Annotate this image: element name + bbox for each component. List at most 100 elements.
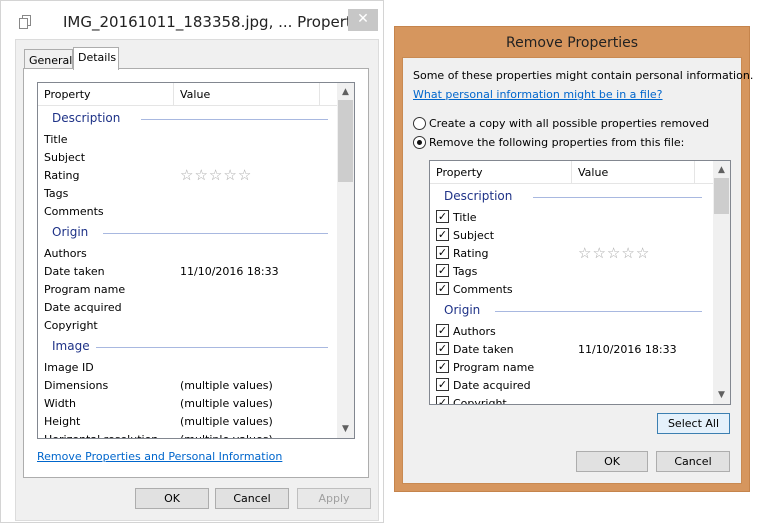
ok-button[interactable]: OK [576,451,648,472]
remove-properties-dialog: Remove Properties Some of these properti… [394,26,753,492]
scrollbar-thumb[interactable] [338,100,353,182]
property-name: Program name [44,283,126,296]
tab-general[interactable]: General [24,49,73,70]
group-label: Description [52,111,121,125]
group-label: Origin [444,303,481,317]
star-icon[interactable]: ☆ [607,244,621,262]
tab-details[interactable]: Details [73,47,119,70]
personal-info-help-link[interactable]: What personal information might be in a … [413,88,663,101]
checkbox[interactable]: ✓ [436,342,449,355]
remove-properties-link[interactable]: Remove Properties and Personal Informati… [37,450,282,463]
property-name: Horizontal resolution [44,433,158,438]
intro-text: Some of these properties might contain p… [413,69,754,82]
checkbox[interactable]: ✓ [436,228,449,241]
star-icon[interactable]: ☆ [180,166,194,184]
property-name: Dimensions [44,379,109,392]
rating-stars[interactable]: ☆☆☆☆☆ [180,166,252,184]
checkbox[interactable]: ✓ [436,324,449,337]
property-name: Title [453,211,477,224]
property-name: Subject [453,229,495,242]
list-item: Title [38,131,337,149]
property-name: Date acquired [44,301,122,314]
property-name: Authors [44,247,87,260]
list-item: Height (multiple values) [38,413,337,431]
removable-property-list: Property Value Description ✓ Title ✓ Subject… [429,160,731,405]
property-value: (multiple values) [180,415,273,428]
list-item[interactable]: ✓ Rating ☆☆☆☆☆ [430,245,713,263]
vertical-scrollbar[interactable]: ▲ ▼ [713,161,730,404]
scroll-down-icon[interactable]: ▼ [713,390,730,400]
property-name: Copyright [453,397,507,405]
scrollbar-thumb[interactable] [714,178,729,214]
group-label: Image [52,339,90,353]
property-name: Height [44,415,81,428]
property-name: Date taken [453,343,514,356]
apply-button[interactable]: Apply [297,488,371,509]
star-icon[interactable]: ☆ [578,244,592,262]
checkbox[interactable]: ✓ [436,396,449,404]
radio-remove-selected[interactable] [413,136,426,149]
list-item[interactable]: ✓ Tags [430,263,713,281]
checkbox[interactable]: ✓ [436,360,449,373]
star-icon[interactable]: ☆ [194,166,208,184]
checkbox[interactable]: ✓ [436,210,449,223]
checkbox[interactable]: ✓ [436,282,449,295]
list-item: Date taken 11/10/2016 18:33 [38,263,337,281]
close-button[interactable]: ✕ [348,9,378,31]
rating-stars[interactable]: ☆☆☆☆☆ [578,244,650,262]
scroll-up-icon[interactable]: ▲ [337,87,354,97]
star-icon[interactable]: ☆ [238,166,252,184]
ok-button[interactable]: OK [135,488,209,509]
cancel-button[interactable]: Cancel [215,488,289,509]
option-label: Create a copy with all possible properti… [429,117,710,130]
option-remove-selected[interactable]: Remove the following properties from thi… [413,136,713,150]
property-name: Comments [453,283,513,296]
list-item[interactable]: ✓ Title [430,209,713,227]
scroll-up-icon[interactable]: ▲ [713,165,730,175]
property-name: Subject [44,151,86,164]
group-header: Origin [38,225,337,241]
list-item[interactable]: ✓ Comments [430,281,713,299]
group-label: Description [444,189,513,203]
list-item: Horizontal resolution (multiple values) [38,431,337,438]
dialog-body: Some of these properties might contain p… [402,57,753,484]
list-item: Width (multiple values) [38,395,337,413]
checkbox[interactable]: ✓ [436,246,449,259]
scroll-down-icon[interactable]: ▼ [337,424,354,434]
star-icon[interactable]: ☆ [223,166,237,184]
property-name: Title [44,133,68,146]
property-name: Tags [453,265,478,278]
list-item[interactable]: ✓ Copyright [430,395,713,405]
property-name: Authors [453,325,496,338]
property-value: 11/10/2016 18:33 [180,265,279,278]
checkbox[interactable]: ✓ [436,378,449,391]
property-name: Program name [453,361,535,374]
group-divider [495,311,702,312]
star-icon[interactable]: ☆ [209,166,223,184]
close-icon: ✕ [357,11,369,27]
option-create-copy[interactable]: Create a copy with all possible properti… [413,117,713,131]
list-item[interactable]: ✓ Authors [430,323,713,341]
property-name: Rating [453,247,489,260]
list-item[interactable]: ✓ Subject [430,227,713,245]
star-icon[interactable]: ☆ [636,244,650,262]
property-value: (multiple values) [180,397,273,410]
list-item: Subject [38,149,337,167]
radio-create-copy[interactable] [413,117,426,130]
group-divider [140,119,328,120]
vertical-scrollbar[interactable]: ▲ ▼ [337,83,354,438]
checkbox[interactable]: ✓ [436,264,449,277]
property-value: 11/10/2016 18:33 [578,343,677,356]
property-name: Rating [44,169,80,182]
list-item: Authors [38,245,337,263]
star-icon[interactable]: ☆ [592,244,606,262]
star-icon[interactable]: ☆ [621,244,635,262]
window-title: IMG_20161011_183358.jpg, ... Properties [63,13,373,31]
list-item[interactable]: ✓ Date taken 11/10/2016 18:33 [430,341,713,359]
list-item[interactable]: ✓ Date acquired [430,377,713,395]
list-item[interactable]: ✓ Program name [430,359,713,377]
property-list: Property Value Description Title Subject Ra… [37,82,355,439]
select-all-button[interactable]: Select All [657,413,730,434]
cancel-button[interactable]: Cancel [656,451,730,472]
list-item: Program name [38,281,337,299]
